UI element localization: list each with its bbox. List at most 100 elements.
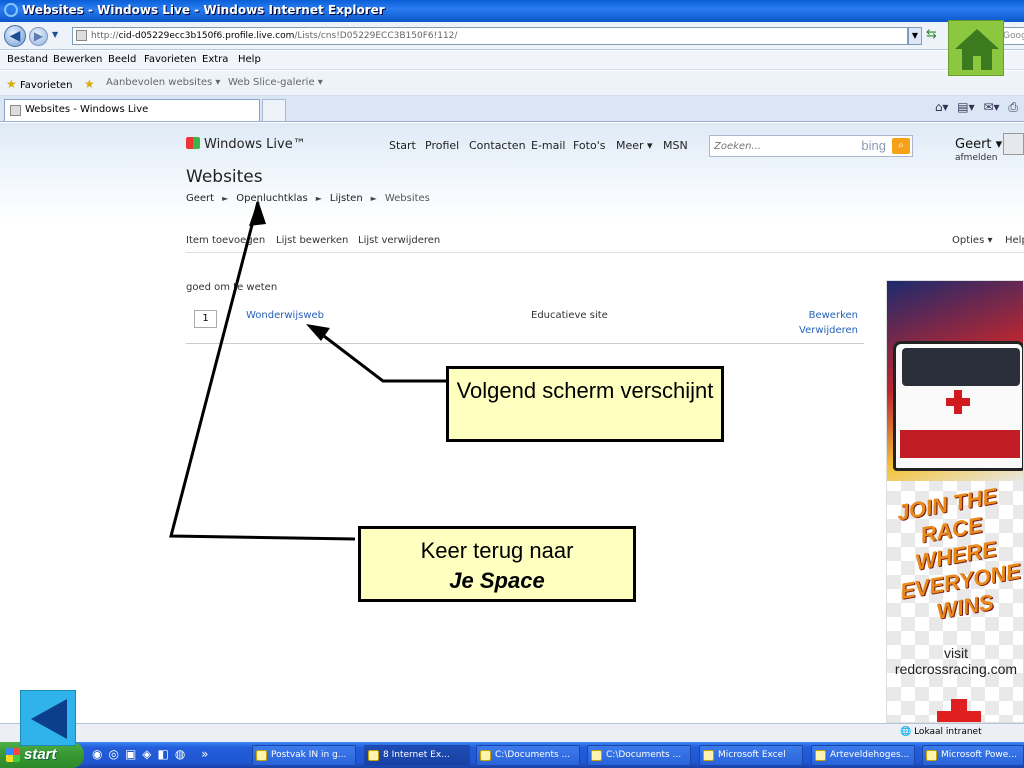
edit-item-link[interactable]: Bewerken [809, 310, 858, 321]
task-internet-explorer[interactable]: 8 Internet Ex... [364, 745, 470, 766]
nav-start[interactable]: Start [389, 139, 416, 152]
wl-search-box: bing ⌕ [709, 135, 913, 157]
window-titlebar: Websites - Windows Live - Windows Intern… [0, 0, 1024, 22]
address-field[interactable]: http://cid-d05229ecc3b150f6.profile.live… [72, 27, 908, 45]
help-link[interactable]: Help [1005, 235, 1024, 246]
remove-item-link[interactable]: Verwijderen [799, 325, 858, 336]
edit-list-button[interactable]: Lijst bewerken [276, 235, 348, 246]
page-title: Websites [186, 167, 263, 187]
windows-live-logo-text: Windows Live™ [204, 137, 306, 152]
task-documents-2[interactable]: C:\Documents ... [587, 745, 691, 766]
breadcrumb-openluchtklas[interactable]: Openluchtklas [236, 193, 308, 204]
menu-extra[interactable]: Extra [202, 54, 228, 65]
internet-explorer-icon [4, 3, 18, 17]
task-documents-1[interactable]: C:\Documents ... [476, 745, 580, 766]
quick-launch[interactable]: ◉◎▣◈◧◍ » [92, 747, 214, 761]
tab-websites[interactable]: Websites - Windows Live [4, 99, 260, 121]
web-slice-gallery-button[interactable]: Web Slice-galerie ▾ [228, 77, 323, 88]
callout-back-line2: Je Space [449, 568, 545, 593]
user-menu[interactable]: Geert ▾ [955, 137, 1002, 152]
task-excel[interactable]: Microsoft Excel [699, 745, 803, 766]
menu-bestand[interactable]: Bestand [7, 54, 48, 65]
url-host: cid-d05229ecc3b150f6.profile.live.com [118, 31, 295, 41]
table-row: 1 Wonderwijsweb Educatieve site Bewerken… [186, 305, 864, 344]
ad-visit-text: visit redcrossracing.com [894, 645, 1018, 677]
favorites-label: Favorieten [19, 80, 73, 91]
breadcrumb: Geert ► Openluchtklas ► Lijsten ► Websites [186, 193, 430, 204]
back-button[interactable]: ◀ [4, 25, 26, 47]
breadcrumb-arrow-icon: ► [222, 194, 229, 203]
menu-favorieten[interactable]: Favorieten [144, 54, 196, 65]
tab-title: Websites - Windows Live [25, 104, 149, 115]
command-bar: ⌂▾ ▤▾ ✉▾ ⎙ [930, 100, 1018, 115]
history-dropdown-icon[interactable]: ▼ [52, 30, 58, 39]
ad-banner[interactable]: JOIN THE RACE WHERE EVERYONE WINS visit … [886, 280, 1024, 723]
nav-profiel[interactable]: Profiel [425, 139, 459, 152]
print-icon[interactable]: ⎙ [1008, 100, 1018, 114]
bing-logo: bing [861, 138, 886, 153]
task-powerpoint[interactable]: Microsoft Powe... [922, 745, 1024, 766]
start-label: start [24, 746, 57, 763]
new-tab-button[interactable] [262, 99, 286, 121]
add-item-button[interactable]: Item toevoegen [186, 235, 265, 246]
wl-search-input[interactable] [714, 139, 844, 154]
avatar[interactable] [1003, 133, 1024, 155]
menu-beeld[interactable]: Beeld [108, 54, 136, 65]
callout-back-to-space: Keer terug naar Je Space [358, 526, 636, 602]
url-prefix: http:// [91, 31, 119, 41]
row-number: 1 [194, 310, 217, 328]
callout-next-screen: Volgend scherm verschijnt [446, 366, 724, 442]
breadcrumb-geert[interactable]: Geert [186, 193, 214, 204]
address-dropdown-icon[interactable]: ▼ [908, 27, 922, 45]
address-toolbar: ◀ ▶ ▼ http://cid-d05229ecc3b150f6.profil… [0, 22, 1024, 50]
house-icon [955, 29, 999, 70]
menu-bewerken[interactable]: Bewerken [53, 54, 102, 65]
ad-slogan: JOIN THE RACE WHERE EVERYONE WINS [894, 483, 1023, 625]
favorites-bar: ★ Favorieten ★ Aanbevolen websites ▾ Web… [0, 71, 1024, 96]
task-arteveldehogeschool[interactable]: Arteveldehoges... [811, 745, 915, 766]
windows-taskbar: start ◉◎▣◈◧◍ » Postvak IN in g... 8 Inte… [0, 742, 1024, 768]
website-description: Educatieve site [531, 310, 608, 321]
nav-fotos[interactable]: Foto's [573, 139, 605, 152]
breadcrumb-lijsten[interactable]: Lijsten [330, 193, 363, 204]
browser-search-placeholder: Google [1003, 31, 1024, 41]
nav-msn[interactable]: MSN [663, 139, 688, 152]
nav-meer[interactable]: Meer ▾ [616, 139, 653, 152]
signout-link[interactable]: afmelden [955, 153, 997, 163]
home-slide-button[interactable] [948, 20, 1004, 76]
nav-email[interactable]: E-mail [531, 139, 566, 152]
breadcrumb-arrow-icon: ► [370, 194, 377, 203]
callout-back-line1: Keer terug naar [420, 538, 574, 563]
forward-button[interactable]: ▶ [29, 27, 48, 46]
search-button-icon[interactable]: ⌕ [892, 138, 910, 154]
windows-logo-icon [6, 748, 20, 762]
mail-icon[interactable]: ✉▾ [983, 100, 999, 114]
task-postvak-in[interactable]: Postvak IN in g... [252, 745, 356, 766]
menu-bar: Bestand Bewerken Beeld Favorieten Extra … [0, 51, 1024, 70]
star-icon: ★ [6, 77, 17, 91]
website-link[interactable]: Wonderwijsweb [246, 310, 324, 321]
security-zone-label: Lokaal intranet [914, 727, 982, 737]
page-favicon-icon [76, 30, 87, 41]
suggested-sites-button[interactable]: Aanbevolen websites ▾ [106, 77, 220, 88]
favorites-button[interactable]: ★ Favorieten [6, 77, 72, 91]
breadcrumb-websites: Websites [384, 193, 430, 204]
add-favorite-icon[interactable]: ★ [84, 77, 95, 91]
feeds-icon[interactable]: ▤▾ [957, 100, 974, 114]
left-arrow-icon [31, 699, 67, 739]
windows-flag-icon [186, 137, 200, 149]
nav-contacten[interactable]: Contacten [469, 139, 526, 152]
window-title: Websites - Windows Live - Windows Intern… [22, 3, 385, 17]
red-cross-logo-icon [937, 699, 981, 722]
menu-help[interactable]: Help [238, 54, 261, 65]
tab-bar: Websites - Windows Live ⌂▾ ▤▾ ✉▾ ⎙ [0, 96, 1024, 122]
options-menu[interactable]: Opties ▾ [952, 235, 992, 246]
home-icon[interactable]: ⌂▾ [935, 100, 949, 114]
windows-live-logo[interactable]: Windows Live™ [186, 137, 306, 152]
list-toolbar: Item toevoegen Lijst bewerken Lijst verw… [186, 235, 1024, 253]
refresh-icon[interactable]: ⇆ [926, 27, 942, 45]
delete-list-button[interactable]: Lijst verwijderen [358, 235, 440, 246]
url-path: /Lists/cns!D05229ECC3B150F6!112/ [294, 31, 458, 41]
back-slide-button[interactable] [20, 690, 76, 746]
breadcrumb-arrow-icon: ► [315, 194, 322, 203]
